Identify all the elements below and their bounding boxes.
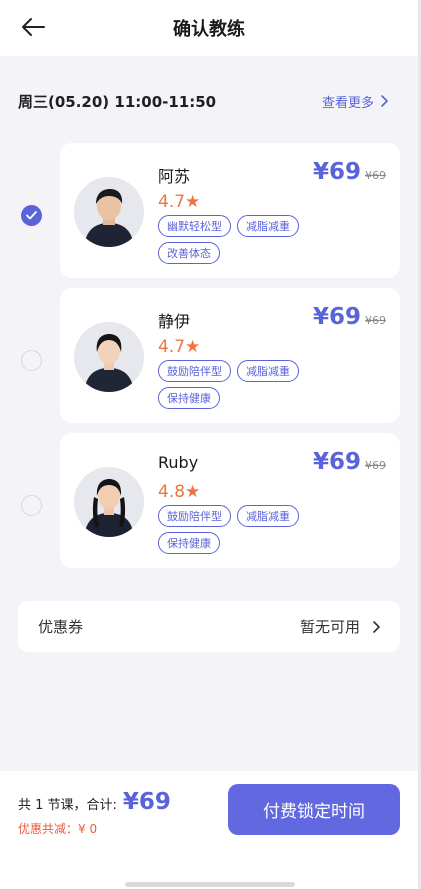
coach-avatar	[74, 322, 144, 392]
coach-rating: 4.8★	[158, 482, 201, 502]
coupon-label: 优惠券	[38, 618, 84, 636]
coach-card[interactable]: 阿苏 4.7★ ¥69 ¥69 幽默轻松型 减脂减重 改善体态	[60, 143, 400, 278]
coupon-row[interactable]: 优惠券 暂无可用	[18, 601, 400, 652]
coach-tag: 减脂减重	[237, 505, 299, 527]
coach-rating: 4.7★	[158, 337, 201, 357]
coach-tag: 减脂减重	[237, 360, 299, 382]
coupon-value: 暂无可用	[299, 618, 360, 636]
total-price: ¥69	[122, 789, 171, 815]
coach-avatar	[74, 467, 144, 537]
price-current: ¥69	[312, 159, 361, 185]
coach-radio[interactable]	[21, 350, 42, 371]
coach-price: ¥69 ¥69	[313, 159, 386, 185]
price-current: ¥69	[312, 449, 361, 475]
header: 确认教练	[0, 0, 418, 56]
coach-tag: 改善体态	[158, 242, 220, 264]
coach-card[interactable]: Ruby 4.8★ ¥69 ¥69 鼓励陪伴型 减脂减重 保持健康	[60, 433, 400, 568]
coach-name: 阿苏	[158, 167, 191, 186]
summary-text: 共 1 节课，合计:	[18, 798, 117, 813]
coach-card[interactable]: 静伊 4.7★ ¥69 ¥69 鼓励陪伴型 减脂减重 保持健康	[60, 288, 400, 423]
coach-name: Ruby	[158, 453, 199, 472]
coach-radio[interactable]	[21, 495, 42, 516]
check-icon	[26, 211, 37, 220]
coach-row[interactable]: 阿苏 4.7★ ¥69 ¥69 幽默轻松型 减脂减重 改善体态	[0, 143, 418, 278]
coach-tag: 鼓励陪伴型	[158, 505, 231, 527]
home-indicator	[125, 882, 295, 887]
coach-tags: 鼓励陪伴型 减脂减重 保持健康	[158, 505, 328, 554]
coach-row[interactable]: Ruby 4.8★ ¥69 ¥69 鼓励陪伴型 减脂减重 保持健康	[0, 433, 418, 568]
discount-text: 优惠共减：¥ 0	[18, 822, 98, 836]
coach-tag: 保持健康	[158, 387, 220, 409]
coach-tag: 幽默轻松型	[158, 215, 231, 237]
time-slot: 周三(05.20) 11:00-11:50	[18, 92, 217, 111]
coach-price: ¥69 ¥69	[313, 304, 386, 330]
chevron-right-icon	[381, 95, 388, 107]
page-title: 确认教练	[173, 19, 245, 40]
pay-lock-time-button[interactable]: 付费锁定时间	[228, 784, 400, 835]
coach-tag: 减脂减重	[237, 215, 299, 237]
coach-tag: 鼓励陪伴型	[158, 360, 231, 382]
price-original: ¥69	[365, 314, 386, 327]
view-more-label: 查看更多	[321, 95, 374, 111]
checkout-footer: 共 1 节课，合计: ¥69 优惠共减：¥ 0 付费锁定时间	[0, 771, 418, 889]
coach-tags: 幽默轻松型 减脂减重 改善体态	[158, 215, 328, 264]
coach-tag: 保持健康	[158, 532, 220, 554]
chevron-right-icon	[373, 620, 380, 633]
price-current: ¥69	[312, 304, 361, 330]
coach-tags: 鼓励陪伴型 减脂减重 保持健康	[158, 360, 328, 409]
order-summary: 共 1 节课，合计: ¥69	[18, 789, 171, 815]
price-original: ¥69	[365, 169, 386, 182]
coach-avatar	[74, 177, 144, 247]
time-slot-row: 周三(05.20) 11:00-11:50 查看更多	[18, 88, 388, 114]
coach-row[interactable]: 静伊 4.7★ ¥69 ¥69 鼓励陪伴型 减脂减重 保持健康	[0, 288, 418, 423]
coach-rating: 4.7★	[158, 192, 201, 212]
coach-price: ¥69 ¥69	[313, 449, 386, 475]
coach-name: 静伊	[158, 312, 191, 331]
view-more-link[interactable]: 查看更多	[322, 92, 388, 111]
coach-radio-selected[interactable]	[21, 205, 42, 226]
coupon-status: 暂无可用	[300, 616, 380, 637]
price-original: ¥69	[365, 459, 386, 472]
